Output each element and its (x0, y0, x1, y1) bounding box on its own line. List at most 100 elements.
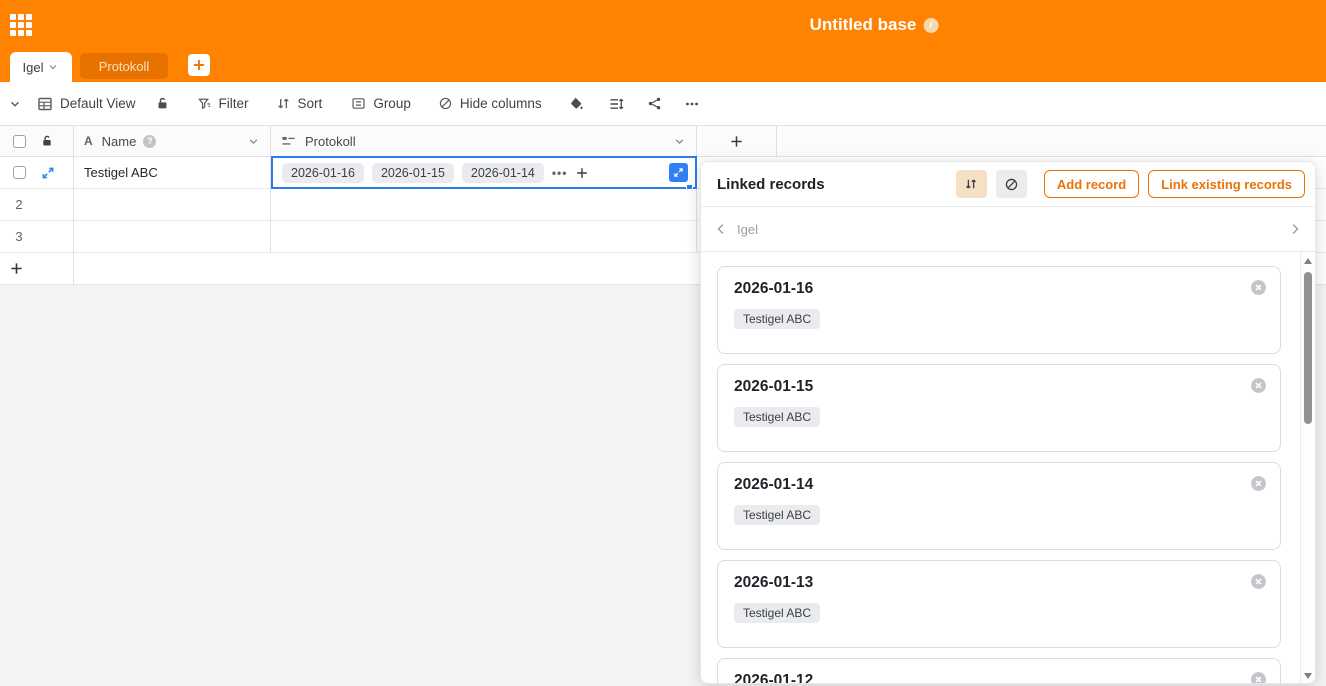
panel-sort-button[interactable] (956, 170, 987, 198)
info-icon[interactable]: i (923, 18, 938, 33)
linked-record-card[interactable]: 2026-01-13 Testigel ABC (717, 560, 1281, 648)
plus-icon (729, 134, 744, 149)
panel-scrollbar[interactable] (1300, 252, 1315, 684)
filter-icon (197, 96, 212, 111)
more-options-icon[interactable] (684, 96, 700, 112)
linked-record-chip[interactable]: 2026-01-16 (282, 163, 364, 183)
chevron-down-icon[interactable] (47, 61, 59, 73)
scrollbar-thumb[interactable] (1304, 272, 1312, 424)
record-title: 2026-01-16 (734, 280, 1264, 298)
hide-columns-label: Hide columns (460, 96, 542, 111)
add-row-header-cell (0, 253, 74, 284)
linked-record-chip[interactable]: 2026-01-15 (372, 163, 454, 183)
filter-label: Filter (219, 96, 249, 111)
add-record-button[interactable]: Add record (1044, 170, 1139, 198)
linked-record-card[interactable]: 2026-01-12 Testigel ABC (717, 658, 1281, 684)
grid-icon (10, 14, 32, 36)
expand-cell-button[interactable] (669, 163, 688, 182)
panel-hide-fields-button[interactable] (996, 170, 1027, 198)
scroll-down-arrow-icon[interactable] (1304, 673, 1312, 679)
cell-name-empty[interactable] (74, 221, 271, 252)
column-header-name[interactable]: A Name ? (74, 126, 271, 156)
linked-record-card[interactable]: 2026-01-16 Testigel ABC (717, 266, 1281, 354)
row-header-column (0, 126, 74, 156)
cell-protokoll-selected[interactable]: 2026-01-16 2026-01-15 2026-01-14 ••• (271, 156, 697, 189)
record-link-chip: Testigel ABC (734, 407, 820, 427)
unlink-record-button[interactable] (1250, 573, 1267, 590)
sort-icon (964, 177, 978, 191)
text-field-icon: A (84, 134, 93, 148)
view-lock-icon[interactable] (155, 96, 170, 111)
view-selector[interactable]: Default View (37, 96, 136, 112)
group-button[interactable]: Group (351, 96, 411, 111)
tab-protokoll-label: Protokoll (99, 59, 150, 74)
record-link-chip: Testigel ABC (734, 309, 820, 329)
unlink-record-button[interactable] (1250, 475, 1267, 492)
chevron-down-icon[interactable] (673, 135, 686, 148)
cell-protokoll-empty[interactable] (271, 189, 697, 220)
tab-igel[interactable]: Igel (10, 52, 72, 82)
share-icon[interactable] (647, 96, 662, 111)
linked-record-chips: 2026-01-16 2026-01-15 2026-01-14 (282, 163, 544, 183)
link-field-icon (281, 134, 296, 149)
close-circle-icon (1250, 377, 1267, 394)
sort-icon (276, 96, 291, 111)
expand-record-icon[interactable] (41, 166, 55, 180)
hide-columns-button[interactable]: Hide columns (438, 96, 542, 111)
link-existing-records-button[interactable]: Link existing records (1148, 170, 1305, 198)
base-title[interactable]: Untitled base i (810, 0, 939, 50)
filter-button[interactable]: Filter (197, 96, 249, 111)
unlink-record-button[interactable] (1250, 279, 1267, 296)
linked-record-card[interactable]: 2026-01-14 Testigel ABC (717, 462, 1281, 550)
eye-off-icon (1004, 177, 1019, 192)
linked-record-list: 2026-01-16 Testigel ABC 2026-01-15 Testi… (701, 252, 1315, 684)
unlink-record-button[interactable] (1250, 671, 1267, 684)
cell-name-empty[interactable] (74, 189, 271, 220)
record-title: 2026-01-15 (734, 378, 1264, 396)
chevron-down-icon[interactable] (247, 135, 260, 148)
record-link-chip: Testigel ABC (734, 603, 820, 623)
select-all-checkbox[interactable] (13, 135, 26, 148)
row-header-cell (0, 157, 74, 188)
close-circle-icon (1250, 279, 1267, 296)
close-circle-icon (1250, 671, 1267, 684)
lock-icon (40, 134, 54, 148)
sort-label: Sort (298, 96, 323, 111)
add-column-button[interactable] (697, 126, 777, 156)
add-table-button[interactable] (188, 54, 210, 76)
breadcrumb: Igel (701, 207, 1315, 251)
linked-record-chip[interactable]: 2026-01-14 (462, 163, 544, 183)
row-checkbox[interactable] (13, 166, 26, 179)
unlink-record-button[interactable] (1250, 377, 1267, 394)
view-toolbar: Default View Filter Sort (0, 82, 1326, 125)
row-color-bucket-icon[interactable] (568, 96, 584, 112)
chevron-left-icon[interactable] (714, 222, 728, 236)
tab-protokoll[interactable]: Protokoll (80, 53, 168, 79)
collapse-views-chevron-icon[interactable] (8, 97, 22, 111)
row-header-cell (0, 221, 74, 252)
column-header-protokoll[interactable]: Protokoll (271, 126, 697, 156)
add-link-icon[interactable] (575, 166, 589, 180)
field-description-icon[interactable]: ? (143, 135, 156, 148)
more-links-indicator[interactable]: ••• (552, 166, 568, 180)
eye-off-icon (438, 96, 453, 111)
cell-name[interactable]: Testigel ABC (74, 157, 271, 188)
close-circle-icon (1250, 475, 1267, 492)
top-bar: Untitled base i (0, 0, 1326, 50)
record-link-chip: Testigel ABC (734, 505, 820, 525)
scroll-up-arrow-icon[interactable] (1304, 258, 1312, 264)
view-name: Default View (60, 96, 136, 111)
sort-button[interactable]: Sort (276, 96, 323, 111)
cell-name-value: Testigel ABC (84, 165, 158, 180)
grid-view-icon (37, 96, 53, 112)
group-icon (351, 96, 366, 111)
app-grid-menu-icon[interactable] (10, 14, 32, 36)
record-title: 2026-01-12 (734, 672, 1264, 684)
linked-record-card[interactable]: 2026-01-15 Testigel ABC (717, 364, 1281, 452)
breadcrumb-table-name: Igel (737, 222, 758, 237)
chevron-right-icon[interactable] (1288, 222, 1302, 236)
column-name-label: Name (102, 134, 137, 149)
row-height-icon[interactable] (608, 96, 624, 112)
grid-header-row: A Name ? Protokoll (0, 125, 1326, 157)
cell-protokoll-empty[interactable] (271, 221, 697, 252)
